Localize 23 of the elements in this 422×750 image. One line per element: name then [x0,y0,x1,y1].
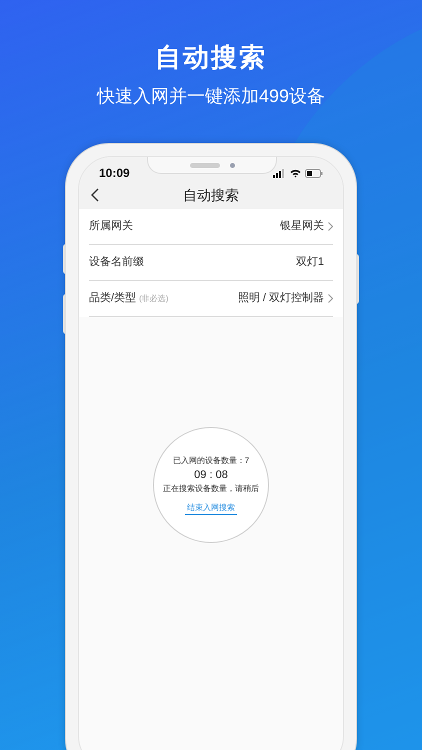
search-timer: 09 : 08 [194,468,228,483]
device-count: 已入网的设备数量：7 [172,455,250,466]
row-value: 双灯1 [296,255,324,270]
row-label: 所属网关 [89,218,133,234]
battery-icon [305,169,323,178]
end-search-link[interactable]: 结束入网搜索 [185,502,237,515]
row-value: 银星网关 [280,218,324,234]
settings-row[interactable]: 设备名前缀 双灯1 [89,245,333,281]
row-label: 品类/类型 [89,291,136,306]
subheadline: 快速入网并一键添加499设备 [96,85,326,108]
wifi-icon [290,169,301,178]
search-status: 正在搜索设备数量，请稍后 [163,483,259,494]
status-time: 10:09 [99,165,130,181]
nav-title: 自动搜索 [183,186,239,204]
back-icon[interactable] [91,188,99,202]
row-value: 照明 / 双灯控制器 [238,291,324,306]
settings-row[interactable]: 品类/类型 (非必选) 照明 / 双灯控制器 [89,281,333,317]
settings-row[interactable]: 所属网关 银星网关 [89,209,333,245]
row-label: 设备名前缀 [89,255,144,270]
signal-icon [273,169,286,178]
speaker-grille [190,162,220,168]
row-hint: (非必选) [139,293,168,306]
headline: 自动搜索 [155,41,267,74]
